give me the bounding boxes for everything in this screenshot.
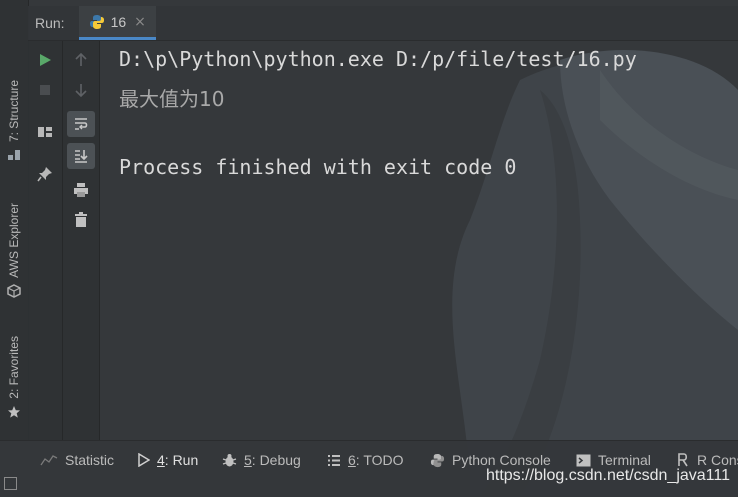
print-icon [74,183,88,197]
sidebar-tab-favorites-label: 2: Favorites [7,336,21,399]
tool-window-r-console-label: R Cons [697,452,738,468]
tool-window-terminal-label: Terminal [598,452,651,468]
aws-cube-icon [7,284,21,298]
sidebar-tab-aws-explorer-label: AWS Explorer [7,203,21,278]
run-tab-name: 16 [110,13,127,30]
soft-wrap-button[interactable] [67,111,95,137]
console-output[interactable]: D:\p\Python\python.exe D:/p/file/test/16… [100,41,738,440]
next-occurrence-button[interactable] [67,77,95,103]
terminal-icon [576,454,591,466]
close-icon[interactable]: × [134,14,146,30]
python-icon [430,453,445,467]
tool-window-todo-mnemonic: 6 [348,452,356,468]
console-exit-message: Process finished with exit code 0 [119,155,517,179]
run-toolbar-primary [28,41,63,440]
sidebar-tab-structure-label: 7: Structure [7,80,21,143]
structure-icon [8,150,20,161]
statistic-icon [40,455,58,466]
tool-window-todo-label: : TODO [355,452,404,468]
previous-occurrence-button[interactable] [67,47,95,73]
r-console-icon [678,453,688,467]
run-icon [138,453,150,467]
tool-window-statistic[interactable]: Statistic [40,449,114,471]
tool-window-debug-label: : Debug [251,452,301,468]
run-toolbar-secondary [63,41,100,440]
run-tab-16[interactable]: 16 × [78,6,156,40]
scroll-to-end-button[interactable] [67,143,95,169]
left-tool-strip: 7: Structure AWS Explorer 2: Favorites [0,0,29,440]
trash-icon [75,212,87,227]
up-arrow-icon [75,53,87,66]
tool-window-run-label: : Run [164,452,199,468]
tool-window-todo[interactable]: 6: TODO [327,449,404,471]
console-command-line: D:\p\Python\python.exe D:/p/file/test/16… [119,47,637,71]
stop-button[interactable] [31,77,59,103]
debug-icon [222,453,237,466]
sidebar-tab-favorites[interactable]: 2: Favorites [0,336,28,419]
status-bar-toggle[interactable] [4,477,17,490]
soft-wrap-icon [75,118,88,130]
run-icon [40,54,51,66]
layout-icon [38,127,52,137]
star-icon [8,405,20,418]
tool-window-run-mnemonic: 4 [157,452,165,468]
tool-window-statistic-label: Statistic [65,452,115,468]
down-arrow-icon [75,84,87,97]
run-label: Run: [35,15,65,31]
run-header: Run: 16 × [28,6,738,41]
python-icon [89,14,104,29]
scroll-to-end-icon [75,150,88,163]
rerun-button[interactable] [31,47,59,73]
tool-window-python-console-label: Python Console [452,452,551,468]
pin-tab-button[interactable] [31,161,59,187]
pin-icon [37,167,52,182]
clear-all-button[interactable] [67,207,95,233]
tool-window-debug-mnemonic: 5 [244,452,252,468]
bottom-tool-bar: Statistic 4: Run 5: Debug 6: TODO Python… [0,440,738,497]
stop-icon [40,85,50,95]
restore-layout-button[interactable] [31,119,59,145]
todo-icon [328,454,340,466]
console-program-output: 最大值为10 [119,87,225,111]
tool-window-debug[interactable]: 5: Debug [222,449,301,471]
tool-window-run[interactable]: 4: Run [138,449,198,471]
sidebar-tab-structure[interactable]: 7: Structure [0,80,28,162]
sidebar-tab-aws-explorer[interactable]: AWS Explorer [0,203,28,298]
watermark-url: https://blog.csdn.net/csdn_java111 [485,467,730,484]
print-button[interactable] [67,177,95,203]
